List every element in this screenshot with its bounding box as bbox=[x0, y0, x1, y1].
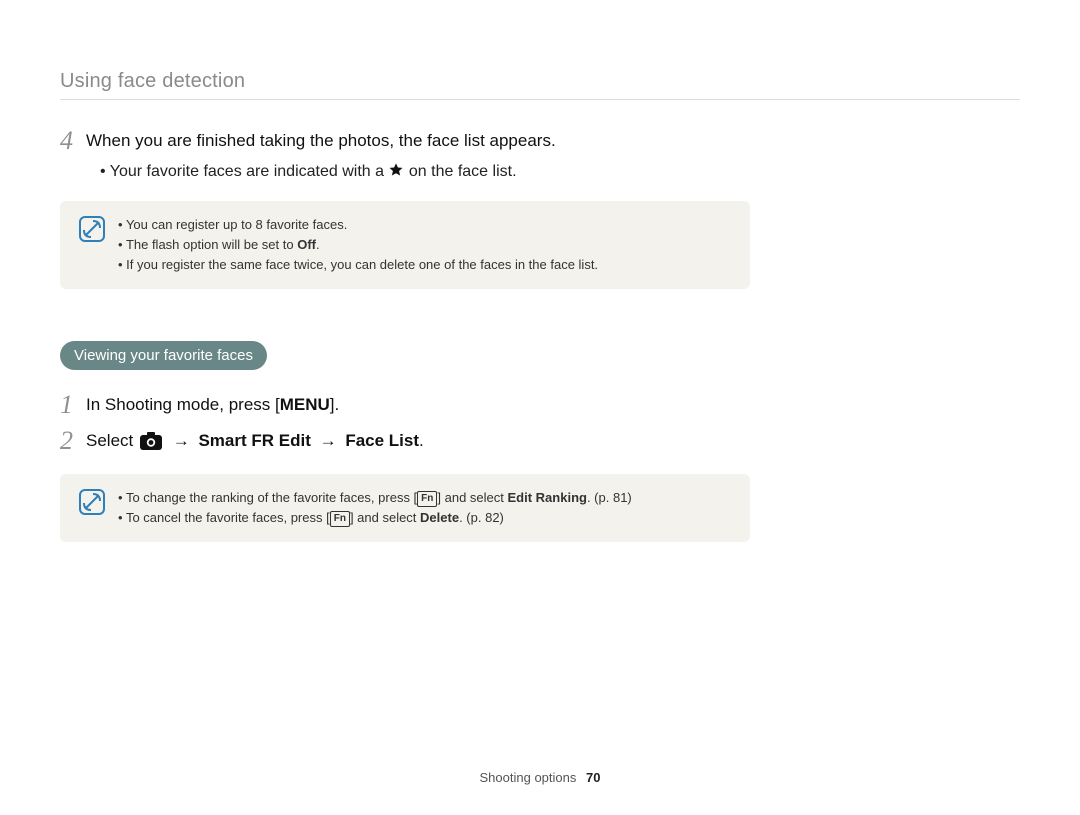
step-1: 1 In Shooting mode, press [MENU]. bbox=[60, 392, 750, 418]
step-number: 4 bbox=[60, 128, 86, 154]
note-icon bbox=[78, 488, 106, 516]
note-item: To cancel the favorite faces, press [Fn]… bbox=[118, 508, 632, 528]
note-icon bbox=[78, 215, 106, 243]
step-4-subbullet: Your favorite faces are indicated with a… bbox=[100, 162, 750, 183]
footer-section: Shooting options bbox=[480, 770, 577, 785]
menu-button-label: MENU bbox=[280, 393, 330, 418]
step-text: When you are finished taking the photos,… bbox=[86, 128, 556, 154]
path-face-list: Face List bbox=[345, 431, 419, 450]
step-number: 2 bbox=[60, 428, 86, 454]
note-box-2: To change the ranking of the favorite fa… bbox=[60, 474, 750, 542]
step-4: 4 When you are finished taking the photo… bbox=[60, 128, 750, 154]
content-column: 4 When you are finished taking the photo… bbox=[60, 128, 750, 542]
note-item: The flash option will be set to Off. bbox=[118, 235, 598, 255]
star-icon bbox=[388, 162, 404, 183]
note-list-2: To change the ranking of the favorite fa… bbox=[118, 488, 632, 528]
section-heading: Viewing your favorite faces bbox=[60, 341, 267, 370]
fn-button-label: Fn bbox=[330, 511, 350, 527]
footer-page-number: 70 bbox=[586, 770, 600, 785]
page-title: Using face detection bbox=[60, 70, 1020, 100]
fn-button-label: Fn bbox=[417, 491, 437, 507]
path-smart-fr-edit: Smart FR Edit bbox=[198, 431, 310, 450]
step-text: In Shooting mode, press [MENU]. bbox=[86, 392, 339, 418]
camera-icon bbox=[140, 432, 162, 458]
note-item: If you register the same face twice, you… bbox=[118, 255, 598, 275]
arrow-icon: → bbox=[169, 429, 194, 454]
step-number: 1 bbox=[60, 392, 86, 418]
arrow-icon: → bbox=[316, 429, 341, 454]
note-item: To change the ranking of the favorite fa… bbox=[118, 488, 632, 508]
page-footer: Shooting options 70 bbox=[0, 770, 1080, 785]
step-2: 2 Select → Smart FR Edit → Face List. bbox=[60, 428, 750, 458]
bullet-text-pre: Your favorite faces are indicated with a bbox=[100, 163, 384, 180]
bullet-text-post: on the face list. bbox=[409, 163, 517, 180]
note-item: You can register up to 8 favorite faces. bbox=[118, 215, 598, 235]
note-box-1: You can register up to 8 favorite faces.… bbox=[60, 201, 750, 289]
note-list-1: You can register up to 8 favorite faces.… bbox=[118, 215, 598, 275]
step-text: Select → Smart FR Edit → Face List. bbox=[86, 428, 424, 458]
